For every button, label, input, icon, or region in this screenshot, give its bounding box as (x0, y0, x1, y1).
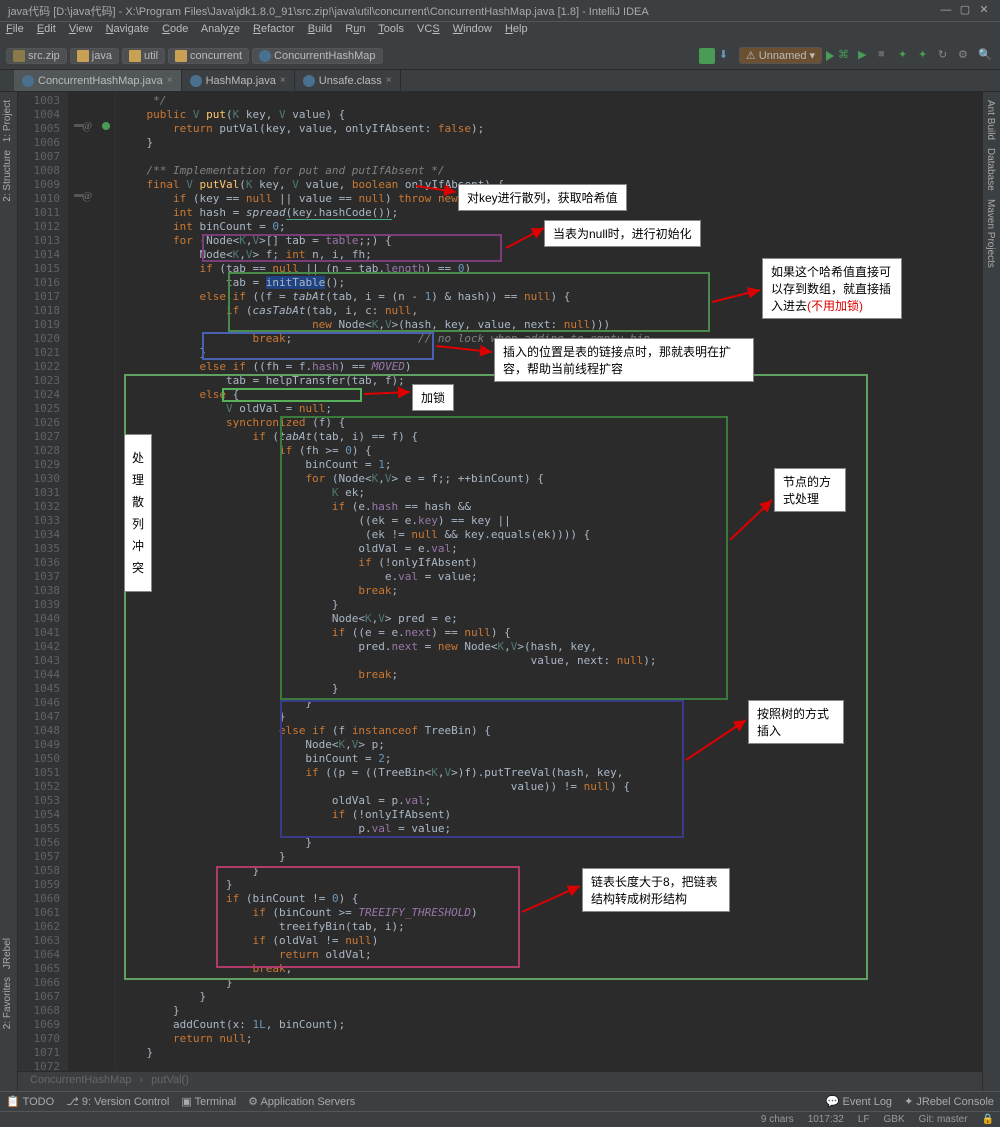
close-icon[interactable]: × (167, 75, 173, 86)
menu-analyze[interactable]: Analyze (201, 23, 240, 35)
editor-tabs: ConcurrentHashMap.java× HashMap.java× Un… (0, 70, 1000, 92)
status-chars: 9 chars (761, 1114, 794, 1125)
menu-run[interactable]: Run (345, 23, 365, 35)
menu-refactor[interactable]: Refactor (253, 23, 295, 35)
annotation-tree: 按照树的方式插入 (748, 700, 844, 744)
annotation-lock: 加锁 (412, 384, 454, 411)
jrebel-button[interactable]: ✦ (898, 48, 914, 64)
class-icon (303, 75, 315, 87)
menu-build[interactable]: Build (308, 23, 332, 35)
panel-vcs[interactable]: ⎇ 9: Version Control (66, 1095, 169, 1108)
close-icon[interactable]: × (386, 75, 392, 86)
close-button[interactable]: ✕ (976, 3, 992, 16)
class-icon (22, 75, 34, 87)
annotation-collision: 处 理 散 列 冲 突 (124, 434, 152, 592)
folder-icon (129, 50, 141, 62)
line-gutter: 1003100410051006100710081009101010111012… (18, 92, 68, 1091)
crumb-class[interactable]: ConcurrentHashMap (252, 48, 383, 64)
run-config-selector[interactable]: ⚠ Unnamed ▾ (739, 47, 822, 64)
crumb-concurrent[interactable]: concurrent (168, 48, 249, 64)
crumb-java[interactable]: java (70, 48, 119, 64)
folder-icon (77, 50, 89, 62)
sync-button[interactable]: ↻ (938, 48, 954, 64)
tool-jrebel[interactable]: JRebel (2, 938, 13, 969)
menubar: File Edit View Navigate Code Analyze Ref… (0, 22, 1000, 42)
fold-marker[interactable] (74, 124, 84, 127)
status-lock[interactable]: 🔒 (982, 1114, 994, 1125)
annotation-node: 节点的方式处理 (774, 468, 846, 512)
menu-tools[interactable]: Tools (378, 23, 404, 35)
structure-crumb: ConcurrentHashMap›putVal() (18, 1071, 982, 1091)
fold-marker[interactable] (74, 194, 84, 197)
panel-todo[interactable]: 📋 TODO (6, 1095, 54, 1108)
tab-hashmap[interactable]: HashMap.java× (182, 70, 295, 91)
panel-appservers[interactable]: ⚙ Application Servers (248, 1095, 355, 1108)
class-icon (259, 50, 271, 62)
maximize-button[interactable]: ▢ (957, 3, 973, 16)
tool-structure[interactable]: 2: Structure (2, 150, 13, 202)
marker-column: @ @ (68, 92, 116, 1091)
annotation-cas: 如果这个哈希值直接可以存到数组，就直接插入进去(不用加锁) (762, 258, 902, 319)
status-le[interactable]: LF (858, 1114, 870, 1125)
titlebar: java代码 [D:\java代码] - X:\Program Files\Ja… (0, 0, 1000, 22)
left-sidebar: 1: Project 2: Structure JRebel 2: Favori… (0, 92, 18, 1092)
statusbar: 9 chars 1017:32 LF GBK Git: master 🔒 (0, 1111, 1000, 1127)
coverage-button[interactable]: ▶ (858, 48, 874, 64)
nav-toolbar: src.zip java util concurrent ConcurrentH… (0, 42, 1000, 70)
crumb-class[interactable]: ConcurrentHashMap (30, 1074, 132, 1086)
jrebel-debug-button[interactable]: ✦ (918, 48, 934, 64)
menu-vcs[interactable]: VCS (417, 23, 440, 35)
right-sidebar: Ant Build Database Maven Projects (982, 92, 1000, 1092)
window-controls: — ▢ ✕ (938, 3, 992, 18)
panel-eventlog[interactable]: 💬 Event Log (826, 1095, 892, 1108)
class-icon (190, 75, 202, 87)
debug-button[interactable]: ⌘ (838, 48, 854, 64)
tab-concurrenthashmap[interactable]: ConcurrentHashMap.java× (14, 70, 182, 91)
menu-code[interactable]: Code (162, 23, 188, 35)
crumb-srczip[interactable]: src.zip (6, 48, 67, 64)
build-icon[interactable] (699, 48, 715, 64)
menu-edit[interactable]: Edit (37, 23, 56, 35)
tool-favorites[interactable]: 2: Favorites (2, 977, 13, 1029)
folder-icon (175, 50, 187, 62)
zip-icon (13, 50, 25, 62)
tool-database[interactable]: Database (985, 148, 996, 191)
menu-help[interactable]: Help (505, 23, 528, 35)
run-button[interactable] (826, 51, 834, 61)
menu-view[interactable]: View (69, 23, 93, 35)
panel-jrebel[interactable]: ✦ JRebel Console (904, 1095, 994, 1108)
tool-ant[interactable]: Ant Build (985, 100, 996, 140)
tool-project[interactable]: 1: Project (2, 100, 13, 142)
close-icon[interactable]: × (280, 75, 286, 86)
window-title: java代码 [D:\java代码] - X:\Program Files\Ja… (8, 3, 649, 18)
stop-button[interactable]: ■ (878, 48, 894, 64)
status-pos[interactable]: 1017:32 (808, 1114, 844, 1125)
menu-window[interactable]: Window (453, 23, 492, 35)
settings-button[interactable]: ⚙ (958, 48, 974, 64)
tool-maven[interactable]: Maven Projects (985, 199, 996, 268)
menu-file[interactable]: File (6, 23, 24, 35)
editor: 1003100410051006100710081009101010111012… (18, 92, 982, 1091)
search-button[interactable]: 🔍 (978, 48, 994, 64)
panel-terminal[interactable]: ▣ Terminal (181, 1095, 236, 1108)
override-marker[interactable] (102, 122, 110, 130)
debug-icon[interactable]: ⬇ (719, 48, 735, 64)
menu-navigate[interactable]: Navigate (106, 23, 149, 35)
minimize-button[interactable]: — (938, 4, 954, 16)
crumb-method[interactable]: putVal() (151, 1074, 189, 1086)
status-enc[interactable]: GBK (884, 1114, 905, 1125)
annotation-treeify: 链表长度大于8，把链表结构转成树形结构 (582, 868, 730, 912)
annotation-transfer: 插入的位置是表的链接点时，那就表明在扩容，帮助当前线程扩容 (494, 338, 754, 382)
crumb-util[interactable]: util (122, 48, 165, 64)
status-git[interactable]: Git: master (919, 1114, 968, 1125)
tab-unsafe[interactable]: Unsafe.class× (295, 70, 401, 91)
annotation-hash: 对key进行散列，获取哈希值 (458, 184, 627, 211)
bottom-toolbar: 📋 TODO ⎇ 9: Version Control ▣ Terminal ⚙… (0, 1091, 1000, 1111)
annotation-init: 当表为null时，进行初始化 (544, 220, 701, 247)
